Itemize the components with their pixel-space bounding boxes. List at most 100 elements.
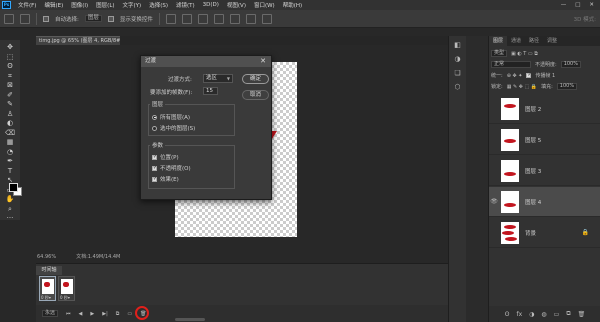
fill-field[interactable]: 100% bbox=[556, 83, 578, 90]
lock-icons[interactable]: ▦ ✎ ✥ ⬚ 🔒 bbox=[507, 84, 537, 90]
align-center-icon[interactable] bbox=[181, 13, 192, 24]
new-layer-icon[interactable]: ⧉ bbox=[566, 310, 570, 318]
first-frame-icon[interactable]: ⏮ bbox=[66, 311, 71, 317]
gradient-tool-icon[interactable]: ▦ bbox=[4, 138, 17, 147]
align-bottom-icon[interactable] bbox=[245, 13, 256, 24]
unify-icons[interactable]: ⊕ ✥ ✦ bbox=[507, 73, 523, 79]
dodge-tool-icon[interactable]: ◔ bbox=[4, 148, 17, 157]
effects-option[interactable]: 效果(E) bbox=[152, 175, 179, 183]
menu-file[interactable]: 文件(F) bbox=[14, 1, 40, 9]
document-tab[interactable]: timg.jpg @ 65% (图层 4, RGB/8#) * bbox=[36, 36, 120, 45]
show-transform-checkbox[interactable] bbox=[107, 15, 114, 22]
lasso-tool-icon[interactable]: ʘ bbox=[4, 62, 17, 71]
next-frame-icon[interactable]: ▶| bbox=[102, 311, 108, 317]
stamp-tool-icon[interactable]: ♙ bbox=[4, 110, 17, 119]
foreground-color-swatch[interactable] bbox=[9, 183, 18, 192]
adjustments-icon[interactable]: ◑ bbox=[453, 54, 463, 64]
tab-adjustments[interactable]: 调整 bbox=[543, 36, 561, 46]
move-tool-icon[interactable]: ✥ bbox=[4, 43, 17, 52]
layer-name[interactable]: 图层 3 bbox=[525, 167, 541, 175]
menu-filter[interactable]: 滤镜(T) bbox=[172, 1, 199, 9]
close-icon[interactable]: ✕ bbox=[589, 2, 594, 8]
eraser-tool-icon[interactable]: ⌫ bbox=[4, 129, 17, 138]
menu-edit[interactable]: 编辑(E) bbox=[40, 1, 67, 9]
mask-icon[interactable]: ◑ bbox=[529, 311, 534, 318]
hand-tool-icon[interactable]: ✋ bbox=[4, 195, 17, 204]
align-top-icon[interactable] bbox=[213, 13, 224, 24]
eye-icon[interactable]: 👁 bbox=[489, 198, 499, 205]
zoom-tool-icon[interactable]: ⌕ bbox=[4, 205, 17, 214]
history-brush-icon[interactable]: ◐ bbox=[4, 119, 17, 128]
menu-type[interactable]: 文字(Y) bbox=[119, 1, 146, 9]
align-middle-icon[interactable] bbox=[229, 13, 240, 24]
menu-view[interactable]: 视图(V) bbox=[223, 1, 250, 9]
frame-tool-icon[interactable]: ⊠ bbox=[4, 81, 17, 90]
tab-timeline[interactable]: 时间轴 bbox=[36, 266, 62, 275]
home-icon[interactable] bbox=[4, 13, 14, 24]
propagate-checkbox[interactable] bbox=[526, 72, 532, 78]
timeline-scrollbar[interactable] bbox=[175, 318, 205, 321]
frames-input[interactable]: 15 bbox=[203, 87, 218, 95]
align-right-icon[interactable] bbox=[197, 13, 208, 24]
properties-icon[interactable]: ◧ bbox=[453, 40, 463, 50]
layer-row-selected[interactable]: 👁 图层 4 bbox=[489, 187, 600, 217]
tab-channels[interactable]: 通道 bbox=[507, 36, 525, 46]
3d-icon[interactable]: ⬡ bbox=[453, 82, 463, 92]
layer-name[interactable]: 图层 4 bbox=[525, 198, 541, 206]
effects-checkbox[interactable] bbox=[152, 176, 157, 182]
frame-delay[interactable]: 0 秒▾ bbox=[41, 295, 51, 301]
layer-name[interactable]: 图层 2 bbox=[525, 105, 541, 113]
loop-dropdown[interactable]: 永远 bbox=[42, 310, 59, 317]
cancel-button[interactable]: 取消 bbox=[242, 90, 269, 100]
duplicate-frame-icon[interactable]: ▭ bbox=[127, 311, 132, 317]
type-tool-icon[interactable]: T bbox=[4, 167, 17, 176]
fx-icon[interactable]: fx bbox=[516, 311, 522, 318]
tab-layers[interactable]: 图层 bbox=[489, 36, 508, 46]
play-icon[interactable]: ▶ bbox=[90, 311, 94, 317]
adjustment-layer-icon[interactable]: ◍ bbox=[541, 311, 546, 318]
minimize-icon[interactable]: — bbox=[561, 2, 567, 8]
previous-frame-icon[interactable]: ◀ bbox=[79, 311, 83, 317]
frame-delay[interactable]: 0 秒▾ bbox=[60, 295, 70, 301]
delete-layer-icon[interactable]: 🗑 bbox=[578, 311, 586, 318]
position-option[interactable]: 位置(P) bbox=[152, 153, 179, 161]
opacity-checkbox[interactable] bbox=[152, 165, 157, 171]
menu-3d[interactable]: 3D(D) bbox=[199, 2, 223, 8]
selected-layers-option[interactable]: 选中的图层(S) bbox=[152, 124, 195, 132]
selected-layers-radio[interactable] bbox=[152, 125, 157, 131]
close-icon[interactable]: ✕ bbox=[260, 56, 266, 67]
crop-tool-icon[interactable]: ⌗ bbox=[4, 72, 17, 81]
auto-select-checkbox[interactable] bbox=[43, 15, 49, 22]
layer-row[interactable]: 背景 🔒 bbox=[489, 218, 600, 248]
link-layers-icon[interactable]: ʘ bbox=[505, 311, 510, 318]
brush-tool-icon[interactable]: ✎ bbox=[4, 100, 17, 109]
menu-image[interactable]: 图像(I) bbox=[67, 1, 92, 9]
animation-frame[interactable]: 0 秒▾ bbox=[39, 276, 56, 301]
transition-dropdown[interactable]: 选区 ▼ bbox=[203, 74, 233, 83]
marquee-tool-icon[interactable]: ⬚ bbox=[4, 53, 17, 62]
group-icon[interactable]: ▭ bbox=[554, 311, 560, 318]
layer-name[interactable]: 背景 bbox=[525, 229, 536, 237]
layer-row[interactable]: 图层 3 bbox=[489, 156, 600, 186]
tween-icon[interactable]: ⧉ bbox=[116, 311, 120, 317]
layer-row[interactable]: 图层 2 bbox=[489, 94, 600, 124]
opacity-field[interactable]: 100% bbox=[560, 61, 581, 68]
kind-filter-dropdown[interactable]: 类型 bbox=[491, 50, 508, 57]
more-tools-icon[interactable]: ··· bbox=[4, 214, 17, 223]
layer-name[interactable]: 图层 5 bbox=[525, 136, 541, 144]
move-tool-icon[interactable] bbox=[20, 13, 30, 24]
libraries-icon[interactable]: ❏ bbox=[453, 68, 463, 78]
zoom-level[interactable]: 64.96% bbox=[37, 253, 56, 261]
eyedropper-tool-icon[interactable]: ✐ bbox=[4, 91, 17, 100]
menu-layer[interactable]: 图层(L) bbox=[92, 1, 118, 9]
menu-select[interactable]: 选择(S) bbox=[145, 1, 172, 9]
maximize-icon[interactable]: □ bbox=[575, 2, 580, 8]
animation-frame[interactable]: 0 秒▾ bbox=[58, 276, 75, 301]
menu-help[interactable]: 帮助(H) bbox=[279, 1, 306, 9]
all-layers-radio[interactable] bbox=[152, 114, 157, 120]
filter-icons[interactable]: ▣ ◐ T ▭ ⧉ bbox=[511, 51, 538, 57]
tab-paths[interactable]: 路径 bbox=[525, 36, 543, 46]
ok-button[interactable]: 确定 bbox=[242, 74, 269, 84]
lock-icon[interactable]: 🔒 bbox=[582, 229, 589, 236]
distribute-icon[interactable] bbox=[261, 13, 272, 24]
